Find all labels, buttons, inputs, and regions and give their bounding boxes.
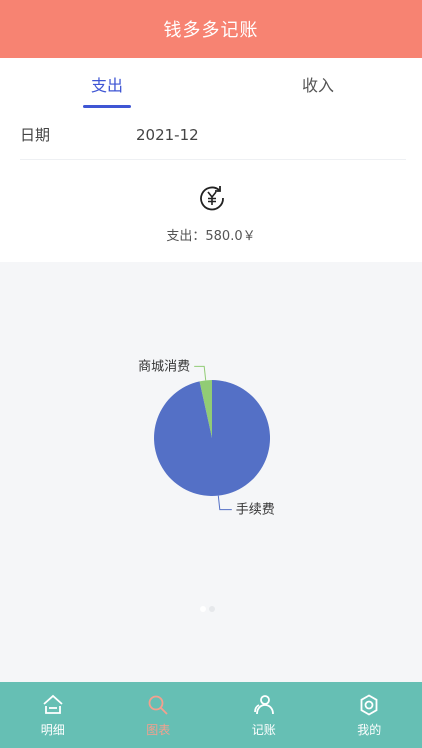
chart-area: 商城消费手续费 [0,262,422,682]
type-tabs: 支出 收入 [0,58,422,110]
nav-label-detail: 明细 [40,722,65,737]
date-label: 日期 [20,126,51,144]
nav-item-bookkeeping[interactable]: 记账 [211,682,317,748]
people-icon [253,694,274,714]
pie-leader-line-2 [217,495,232,511]
app-header: 钱多多记账 [0,0,422,58]
nav-item-mine[interactable]: 我的 [317,682,422,748]
active-tab-indicator [83,105,131,108]
tab-income[interactable]: 收入 [278,72,358,96]
expense-summary: 支出：580.0￥ [0,175,422,255]
nav-label-bookkeeping: 记账 [251,722,276,737]
expense-total: 支出：580.0￥ [166,229,256,244]
tab-expense[interactable]: 支出 [67,72,147,96]
gear-icon [360,693,378,716]
pie-label-1: 商城消费 [138,359,190,374]
pie-label-2: 手续费 [236,503,275,518]
home-icon [43,694,63,714]
nav-label-mine: 我的 [357,722,382,737]
pie-leader-line-1 [194,365,207,381]
pie-slice-2[interactable] [154,380,271,497]
date-row[interactable]: 日期 2021-12 [20,110,406,160]
pie-chart: 商城消费手续费 [138,359,275,518]
pager-dot-1[interactable] [200,606,206,612]
search-icon [148,695,168,715]
carousel-pager [200,597,218,616]
nav-label-chart: 图表 [146,722,171,737]
yen-cycle-icon [200,186,224,211]
date-value[interactable]: 2021-12 [136,126,199,144]
bottom-nav: 明细 图表 记账 我的 [0,682,422,748]
app-title: 钱多多记账 [163,20,259,41]
nav-item-chart[interactable]: 图表 [106,682,212,748]
pager-dot-2[interactable] [209,606,215,612]
nav-item-detail[interactable]: 明细 [0,682,106,748]
